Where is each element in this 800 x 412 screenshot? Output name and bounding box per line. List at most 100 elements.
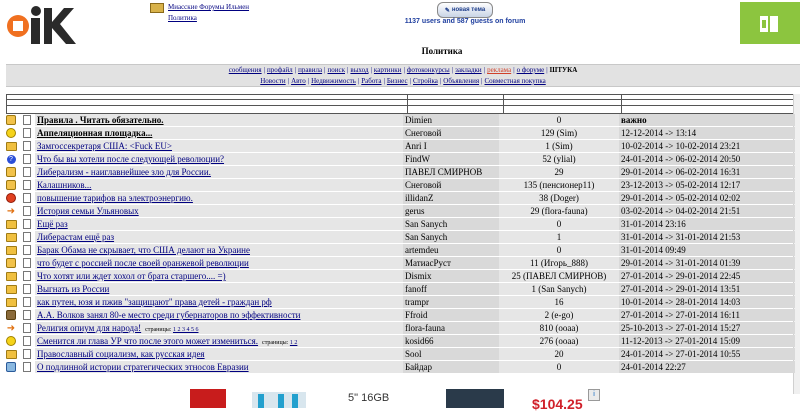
topic-author[interactable]: Снеговой <box>403 179 499 191</box>
topic-row[interactable]: А.А. Волков занял 80-е место среди губер… <box>3 309 795 321</box>
topic-row[interactable]: что будет с россией после своей оранжево… <box>3 257 795 269</box>
page-links[interactable]: 1 2 <box>290 340 298 346</box>
topic-row[interactable]: Барак Обама не скрывает, что США делают … <box>3 244 795 256</box>
topic-title-cell: История семьи Ульяновых <box>35 205 403 217</box>
topic-row[interactable]: как путен, юзя и пжив "защищают" права д… <box>3 296 795 308</box>
topic-title-link[interactable]: История семьи Ульяновых <box>37 206 139 216</box>
topic-title-link[interactable]: повышение тарифов на электроэнергию. <box>37 193 193 203</box>
topic-author[interactable]: Ffroid <box>403 309 499 321</box>
ad-thumbnail[interactable] <box>252 392 306 408</box>
topic-row[interactable]: Либерализм - наиглавнейшее зло для Росси… <box>3 166 795 178</box>
menu-item[interactable]: выход <box>350 66 368 74</box>
category-link[interactable]: Работа <box>361 77 381 85</box>
topic-title-link[interactable]: Калашников... <box>37 180 91 190</box>
topic-replies: 0 <box>499 361 619 373</box>
topic-author[interactable]: Байдар <box>403 361 499 373</box>
topic-author[interactable]: trampr <box>403 296 499 308</box>
topic-title-link[interactable]: что будет с россией после своей оранжево… <box>37 258 249 268</box>
topic-row[interactable]: Сменится ли глава УР что после этого мож… <box>3 335 795 347</box>
topic-replies: 25 (ПАВЕЛ СМИРНОВ) <box>499 270 619 282</box>
menu-item[interactable]: о форуме <box>517 66 545 74</box>
topic-author[interactable]: illidanZ <box>403 192 499 204</box>
menu-item[interactable]: профайл <box>267 66 293 74</box>
topic-row[interactable]: повышение тарифов на электроэнергию. illi… <box>3 192 795 204</box>
topic-title-link[interactable]: О подлинной истории стратегических этнос… <box>37 362 249 372</box>
category-link[interactable]: Объявления <box>443 77 479 85</box>
topic-title-link[interactable]: Правила . Читать обязательно. <box>37 115 164 125</box>
topic-title-link[interactable]: Что бы вы хотели после следующей революц… <box>37 154 224 164</box>
topic-title-link[interactable]: Сменится ли глава УР что после этого мож… <box>37 336 258 346</box>
topic-title-link[interactable]: Барак Обама не скрывает, что США делают … <box>37 245 250 255</box>
topic-author[interactable]: Снеговой <box>403 127 499 139</box>
topic-title-link[interactable]: Либерастам ещё раз <box>37 232 114 242</box>
topic-author[interactable]: artemdeu <box>403 244 499 256</box>
topic-author[interactable]: fanoff <box>403 283 499 295</box>
topic-title-link[interactable]: Аппеляционная площадка... <box>37 128 152 138</box>
topic-last-post: 27-01-2014 -> 27-01-2014 16:11 <box>619 309 795 321</box>
menu-item[interactable]: картинки <box>374 66 402 74</box>
ad-price[interactable]: $104.25 <box>532 396 583 412</box>
topic-author[interactable]: gerus <box>403 205 499 217</box>
breadcrumb-section-link[interactable]: Политика <box>168 13 197 24</box>
topic-row[interactable]: ➜ История семьи Ульяновых gerus 29 (flora-f… <box>3 205 795 217</box>
topic-row[interactable]: Замгоссекретаря США: <Fuck EU> Anri I1 (S… <box>3 140 795 152</box>
topic-author[interactable]: Anri I <box>403 140 499 152</box>
topic-author[interactable]: МатиасРуст <box>403 257 499 269</box>
topic-title-link[interactable]: как путен, юзя и пжив "защищают" права д… <box>37 297 272 307</box>
topic-row[interactable]: Либерастам ещё раз San Sanych 1 31-01-2014 … <box>3 231 795 243</box>
topic-author[interactable]: Dimien <box>403 114 499 126</box>
topic-author[interactable]: San Sanych <box>403 231 499 243</box>
category-link[interactable]: Бизнес <box>387 77 408 85</box>
ad-phone-image[interactable] <box>446 389 504 408</box>
topic-title-link[interactable]: Либерализм - наиглавнейшее зло для Росси… <box>37 167 211 177</box>
topic-title-link[interactable]: Ещё раз <box>37 219 68 229</box>
menu-item[interactable]: поиск <box>328 66 346 74</box>
new-topic-button[interactable]: ✎ новая тема <box>437 2 493 18</box>
topic-author[interactable]: Dismix <box>403 270 499 282</box>
topic-replies: 1 (Sim) <box>499 140 619 152</box>
topic-title-link[interactable]: Замгоссекретаря США: <Fuck EU> <box>37 141 172 151</box>
topic-author[interactable]: Sool <box>403 348 499 360</box>
topic-author[interactable]: flora-fauna <box>403 322 499 334</box>
ad-product-text[interactable]: 5" 16GB <box>348 392 389 404</box>
menu-item[interactable]: закладки <box>455 66 482 74</box>
topic-row[interactable]: О подлинной истории стратегических этнос… <box>3 361 795 373</box>
breadcrumb-forum-link[interactable]: Миасские Форумы Ильмен <box>168 2 249 13</box>
topic-row[interactable]: Аппеляционная площадка... Снеговой 129 (Si… <box>3 127 795 139</box>
topic-author[interactable]: San Sanych <box>403 218 499 230</box>
page-links[interactable]: 1 2 3 4 5 6 <box>173 327 199 333</box>
menu-item[interactable]: реклама <box>487 66 511 74</box>
topic-row[interactable]: ? Что бы вы хотели после следующей револю… <box>3 153 795 165</box>
topic-row[interactable]: Калашников... Снеговой 135 (пенсионер11) 23… <box>3 179 795 191</box>
topic-author[interactable]: FindW <box>403 153 499 165</box>
topic-row[interactable]: Выгнать из России fanoff 1 (San Sanych) 27-… <box>3 283 795 295</box>
topic-title-link[interactable]: А.А. Волков занял 80-е место среди губер… <box>37 310 300 320</box>
breadcrumb-forum-row: Миасские Форумы Ильмен <box>150 2 249 13</box>
topic-title-link[interactable]: Что хотят или ждет хохол от брата старше… <box>37 271 226 281</box>
topic-row[interactable]: Православный социализм, как русская идея… <box>3 348 795 360</box>
topic-status-cell <box>3 283 19 295</box>
topic-row[interactable]: ➜ Религия опиум для народа! страницы: 1 2 … <box>3 322 795 334</box>
topic-title-link[interactable]: Религия опиум для народа! <box>37 323 141 333</box>
menu-item[interactable]: фотоконкурсы <box>407 66 450 74</box>
topic-author[interactable]: ПАВЕЛ СМИРНОВ <box>403 166 499 178</box>
topic-row[interactable]: Что хотят или ждет хохол от брата старше… <box>3 270 795 282</box>
site-logo[interactable] <box>6 4 78 46</box>
banner-ad[interactable] <box>740 2 800 44</box>
menu-item[interactable]: сообщения <box>229 66 262 74</box>
topic-row[interactable]: Правила . Читать обязательно. Dimien 0 важн… <box>3 114 795 126</box>
category-link[interactable]: Новости <box>260 77 285 85</box>
topic-title-link[interactable]: Выгнать из России <box>37 284 109 294</box>
topic-author[interactable]: kosid66 <box>403 335 499 347</box>
category-link[interactable]: Стройка <box>413 77 438 85</box>
category-link[interactable]: Авто <box>291 77 306 85</box>
topic-row[interactable]: Ещё раз San Sanych 0 31-01-2014 23:16 <box>3 218 795 230</box>
menu-item[interactable]: ШТУКА <box>550 66 578 74</box>
category-link[interactable]: Совместная покупка <box>484 77 545 85</box>
category-link[interactable]: Недвижимость <box>311 77 356 85</box>
ad-thumbnail[interactable] <box>190 389 226 408</box>
topic-title-link[interactable]: Православный социализм, как русская идея <box>37 349 205 359</box>
ad-info-icon[interactable]: i <box>588 389 600 401</box>
menu-separator: | <box>546 66 548 74</box>
menu-item[interactable]: правила <box>298 66 322 74</box>
